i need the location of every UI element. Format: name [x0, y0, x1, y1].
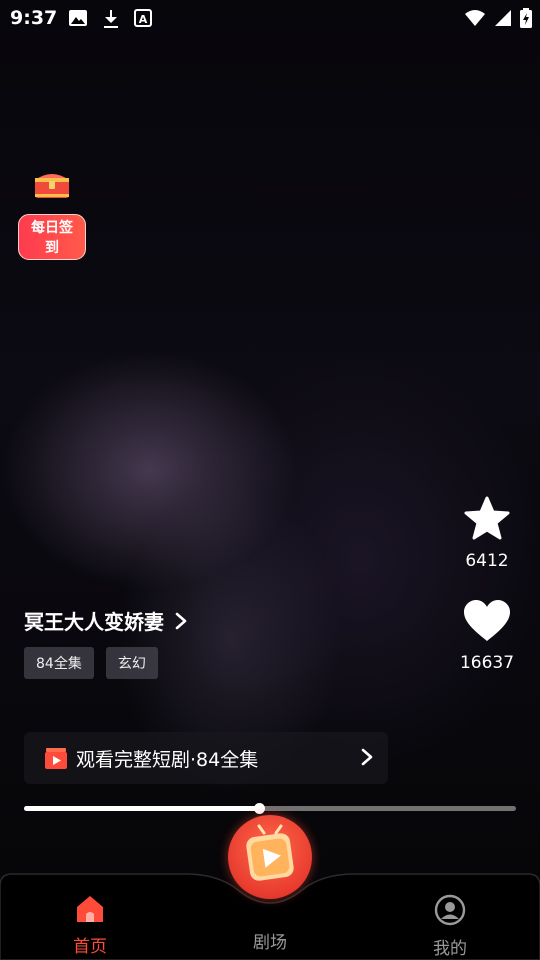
tv-icon	[246, 824, 294, 881]
video-progress-bar[interactable]	[24, 803, 516, 814]
daily-checkin-button[interactable]: 每日签到	[18, 166, 86, 260]
video-feed-screen[interactable]: 9:37 A 每日签到 6412 16637 冥王大人变娇妻 84全集 玄幻 观…	[0, 0, 540, 960]
treasure-chest-icon	[35, 174, 69, 198]
home-icon	[77, 896, 103, 922]
battery-icon	[520, 8, 532, 28]
profile-icon	[434, 894, 466, 926]
download-icon	[104, 10, 118, 28]
font-a-icon: A	[134, 9, 152, 27]
drama-tags: 84全集 玄幻	[24, 647, 158, 679]
daily-checkin-label: 每日签到	[18, 214, 86, 260]
status-bar: 9:37 A	[0, 0, 540, 36]
heart-icon	[464, 600, 510, 641]
video-progress-fill	[24, 806, 260, 811]
favorite-button[interactable]: 6412	[452, 495, 522, 571]
watch-full-drama-button[interactable]: 观看完整短剧·84全集	[24, 732, 388, 784]
tab-profile[interactable]: 我的	[405, 894, 495, 959]
tab-home[interactable]: 首页	[45, 894, 135, 957]
status-time: 9:37	[10, 7, 58, 29]
chevron-right-icon	[361, 748, 373, 766]
wifi-icon	[465, 10, 485, 26]
like-button[interactable]: 16637	[452, 599, 522, 673]
watch-full-drama-label: 观看完整短剧·84全集	[76, 748, 259, 771]
image-icon	[69, 10, 87, 26]
drama-title: 冥王大人变娇妻	[24, 610, 164, 634]
drama-title-link[interactable]: 冥王大人变娇妻	[24, 606, 188, 635]
svg-text:A: A	[139, 13, 148, 26]
video-progress-handle[interactable]	[254, 803, 266, 814]
side-actions: 6412 16637	[452, 495, 522, 701]
chevron-right-icon	[175, 612, 187, 629]
tag-genre[interactable]: 玄幻	[105, 647, 158, 679]
like-count: 16637	[459, 653, 515, 673]
star-icon	[464, 496, 510, 540]
play-video-icon	[45, 748, 67, 769]
tab-theater[interactable]: 剧场	[225, 894, 315, 953]
favorite-count: 6412	[465, 551, 509, 571]
signal-icon	[495, 10, 511, 26]
theater-center-button[interactable]	[228, 815, 312, 899]
tab-profile-label: 我的	[433, 939, 467, 959]
tag-episodes[interactable]: 84全集	[24, 647, 94, 679]
tab-home-label: 首页	[73, 937, 107, 957]
tab-theater-label: 剧场	[253, 933, 287, 953]
